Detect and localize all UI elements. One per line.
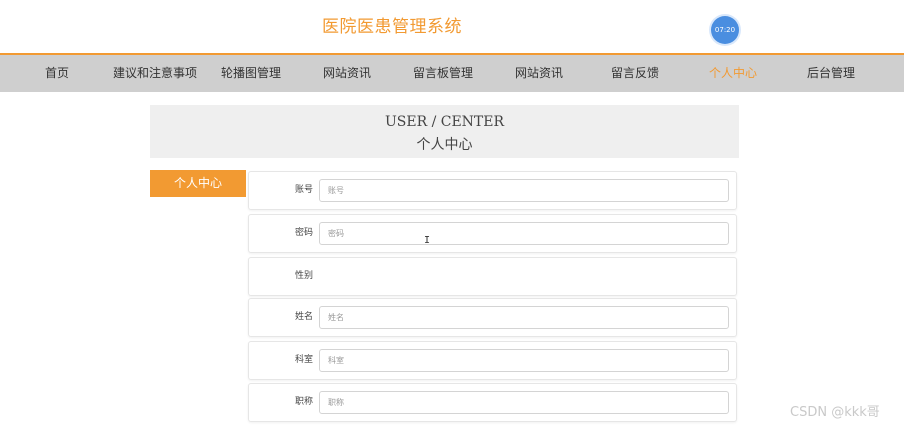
form-row-account: 账号 (248, 171, 737, 210)
form-row-department: 科室 (248, 341, 737, 380)
text-cursor-icon: I (424, 235, 431, 246)
nav-item-feedback[interactable]: 留言反馈 (611, 55, 659, 92)
site-title: 医院医患管理系统 (322, 17, 462, 37)
nav-item-carousel[interactable]: 轮播图管理 (221, 55, 281, 92)
job-title-label: 职称 (294, 397, 313, 407)
password-input[interactable] (319, 222, 729, 245)
department-input[interactable] (319, 349, 729, 372)
nav-item-admin[interactable]: 后台管理 (807, 55, 855, 92)
password-label: 密码 (294, 228, 313, 238)
form-row-gender: 性别 (248, 257, 737, 296)
page-banner: USER / CENTER 个人中心 (150, 105, 739, 158)
account-input[interactable] (319, 179, 729, 202)
account-label: 账号 (294, 185, 313, 195)
sidebar: 个人中心 (150, 170, 246, 426)
clock-badge: 07:20 (711, 16, 739, 44)
gender-label: 性别 (294, 271, 313, 281)
nav-item-advice[interactable]: 建议和注意事项 (113, 55, 197, 92)
header: 医院医患管理系统 07:20 (0, 0, 904, 53)
department-label: 科室 (294, 355, 313, 365)
nav-item-home[interactable]: 首页 (45, 55, 69, 92)
job-title-input[interactable] (319, 391, 729, 414)
sidebar-item-user-center[interactable]: 个人中心 (150, 170, 246, 197)
form-row-password: 密码 (248, 214, 737, 253)
form-row-title: 职称 (248, 383, 737, 422)
nav-item-news-2[interactable]: 网站资讯 (515, 55, 563, 92)
name-label: 姓名 (294, 312, 313, 322)
main-nav: 首页 建议和注意事项 轮播图管理 网站资讯 留言板管理 网站资讯 留言反馈 个人… (0, 55, 904, 92)
banner-title-cn: 个人中心 (416, 137, 473, 153)
nav-item-news[interactable]: 网站资讯 (323, 55, 371, 92)
watermark: CSDN @kkk哥 (790, 405, 880, 420)
name-input[interactable] (319, 306, 729, 329)
banner-title-en: USER / CENTER (384, 114, 505, 130)
nav-item-user-center[interactable]: 个人中心 (709, 55, 757, 92)
form-row-name: 姓名 (248, 298, 737, 337)
nav-item-message-board[interactable]: 留言板管理 (413, 55, 473, 92)
